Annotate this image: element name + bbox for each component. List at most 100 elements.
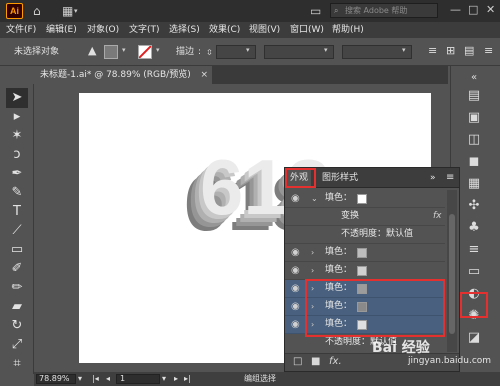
stroke-color-swatch[interactable] (138, 45, 152, 59)
workspace-grid-icon[interactable]: ▦ (62, 4, 73, 18)
expand-panel-icon[interactable]: » (427, 168, 439, 188)
transparency-panel-icon[interactable]: ◐ (463, 284, 485, 304)
first-page-icon[interactable]: |◂ (92, 372, 99, 386)
zoom-dropdown-icon[interactable]: ▾ (78, 372, 82, 386)
fill-dropdown-icon[interactable]: ▾ (122, 46, 126, 54)
isolate-icon[interactable]: ▤ (464, 45, 474, 56)
menu-select[interactable]: 选择(S) (169, 24, 200, 36)
profile-dropdown-icon[interactable]: ▾ (324, 46, 328, 54)
fill-color-swatch[interactable] (104, 45, 118, 59)
page-dropdown-icon[interactable]: ▾ (162, 372, 166, 386)
add-fill-icon[interactable]: ■ (311, 356, 320, 367)
appearance-row-opacity-1[interactable]: 不透明度：默认值 (285, 226, 445, 244)
chevron-right-icon[interactable]: › (311, 262, 314, 279)
libraries-panel-icon[interactable]: ▣ (463, 108, 485, 128)
color-panel-icon[interactable]: ◼ (463, 152, 485, 172)
graphic-styles-panel-icon[interactable]: ◪ (463, 328, 485, 348)
visibility-eye-icon[interactable]: ◉ (291, 298, 300, 315)
chevron-right-icon[interactable]: › (311, 316, 314, 333)
menu-file[interactable]: 文件(F) (6, 24, 36, 36)
visibility-eye-icon[interactable]: ◉ (291, 190, 300, 207)
brush-dropdown-icon[interactable]: ▾ (402, 46, 406, 54)
lasso-tool-icon[interactable]: ↄ (9, 147, 25, 163)
appearance-row-fill-2[interactable]: ◉ › 填色： (285, 244, 445, 262)
close-window-button[interactable]: ✕ (486, 3, 495, 17)
prev-page-icon[interactable]: ◂ (106, 372, 110, 386)
panel-menu-icon[interactable]: ≡ (443, 168, 457, 188)
scrollbar-thumb[interactable] (449, 214, 455, 334)
align-icon[interactable]: ≡ (428, 45, 437, 56)
tab-graphic-styles[interactable]: 图形样式 (319, 168, 361, 188)
magic-wand-tool-icon[interactable]: ✶ (9, 128, 25, 144)
panel-menu-icon[interactable]: ≡ (484, 45, 493, 56)
direct-selection-tool-icon[interactable]: ▸ (9, 109, 25, 125)
menu-effect[interactable]: 效果(C) (209, 24, 240, 36)
help-search-input[interactable]: ⌕ 搜索 Adobe 帮助 (330, 3, 438, 18)
symbols-panel-icon[interactable]: ♣ (463, 218, 485, 238)
layers-panel-icon[interactable]: ◫ (463, 130, 485, 150)
appearance-panel-icon[interactable]: ✺ (463, 306, 485, 326)
appearance-row-transform[interactable]: 变换 fx (285, 208, 445, 226)
scale-tool-icon[interactable]: ⤢ (9, 337, 25, 353)
appearance-row-fill-6[interactable]: ◉ › 填色： (285, 316, 445, 334)
next-page-icon[interactable]: ▸ (174, 372, 178, 386)
rectangle-tool-icon[interactable]: ▭ (9, 242, 25, 258)
menu-type[interactable]: 文字(T) (129, 24, 160, 36)
stroke-weight-field[interactable] (216, 45, 256, 59)
menu-edit[interactable]: 编辑(E) (46, 24, 77, 36)
fill-swatch[interactable] (357, 194, 367, 204)
visibility-eye-icon[interactable]: ◉ (291, 262, 300, 279)
appearance-row-fill-1[interactable]: ◉ ⌄ 填色： (285, 190, 445, 208)
last-page-icon[interactable]: ▸| (184, 372, 191, 386)
eraser-tool-icon[interactable]: ▰ (9, 299, 25, 315)
transform-effect-label[interactable]: 变换 (341, 208, 359, 225)
arrange-documents-icon[interactable]: ▭ (310, 4, 321, 18)
transform-icon[interactable]: ⊞ (446, 45, 455, 56)
swatches-panel-icon[interactable]: ▦ (463, 174, 485, 194)
appearance-row-fill-3[interactable]: ◉ › 填色： (285, 262, 445, 280)
rotate-tool-icon[interactable]: ↻ (9, 318, 25, 334)
brushes-panel-icon[interactable]: ✣ (463, 196, 485, 216)
menu-help[interactable]: 帮助(H) (332, 24, 364, 36)
fill-swatch[interactable] (357, 284, 367, 294)
panel-scrollbar[interactable] (447, 190, 457, 352)
fx-icon[interactable]: fx (433, 208, 442, 225)
curvature-tool-icon[interactable]: ✎ (9, 185, 25, 201)
minimize-button[interactable]: — (450, 3, 461, 17)
chevron-down-icon[interactable]: ▾ (74, 4, 78, 18)
menu-window[interactable]: 窗口(W) (290, 24, 324, 36)
chevron-right-icon[interactable]: › (311, 280, 314, 297)
stroke-stepper-icon[interactable]: ⇳ (206, 47, 213, 58)
gradient-panel-icon[interactable]: ▭ (463, 262, 485, 282)
collapse-panels-icon[interactable]: « (463, 68, 485, 88)
tab-appearance[interactable]: 外观 (287, 168, 312, 188)
stroke-weight-dropdown-icon[interactable]: ▾ (246, 46, 250, 54)
fill-swatch[interactable] (357, 266, 367, 276)
menu-object[interactable]: 对象(O) (87, 24, 119, 36)
free-transform-tool-icon[interactable]: ⌗ (9, 356, 25, 372)
pen-tool-icon[interactable]: ✒ (9, 166, 25, 182)
document-tab[interactable]: 未标题-1.ai* @ 78.89% (RGB/预览) × (34, 66, 212, 84)
opacity-label[interactable]: 不透明度：默认值 (341, 226, 413, 243)
chevron-down-icon[interactable]: ⌄ (311, 190, 318, 207)
add-stroke-icon[interactable]: □ (293, 356, 302, 367)
fill-swatch[interactable] (357, 302, 367, 312)
close-tab-icon[interactable]: × (200, 66, 208, 84)
visibility-eye-icon[interactable]: ◉ (291, 280, 300, 297)
visibility-eye-icon[interactable]: ◉ (291, 244, 300, 261)
stroke-panel-icon[interactable]: ≡ (463, 240, 485, 260)
shaper-tool-icon[interactable]: ✏ (9, 280, 25, 296)
selection-tool-icon[interactable]: ➤ (9, 90, 25, 106)
fill-swatch[interactable] (357, 248, 367, 258)
paintbrush-tool-icon[interactable]: ✐ (9, 261, 25, 277)
line-tool-icon[interactable]: ⟋ (9, 223, 25, 239)
appearance-row-fill-4[interactable]: ◉ › 填色： (285, 280, 445, 298)
menu-view[interactable]: 视图(V) (249, 24, 280, 36)
type-tool-icon[interactable]: T (9, 204, 25, 220)
properties-panel-icon[interactable]: ▤ (463, 86, 485, 106)
home-icon[interactable]: ⌂ (33, 4, 41, 18)
chevron-right-icon[interactable]: › (311, 244, 314, 261)
chevron-right-icon[interactable]: › (311, 298, 314, 315)
stroke-dropdown-icon[interactable]: ▾ (156, 46, 160, 54)
fill-swatch[interactable] (357, 320, 367, 330)
